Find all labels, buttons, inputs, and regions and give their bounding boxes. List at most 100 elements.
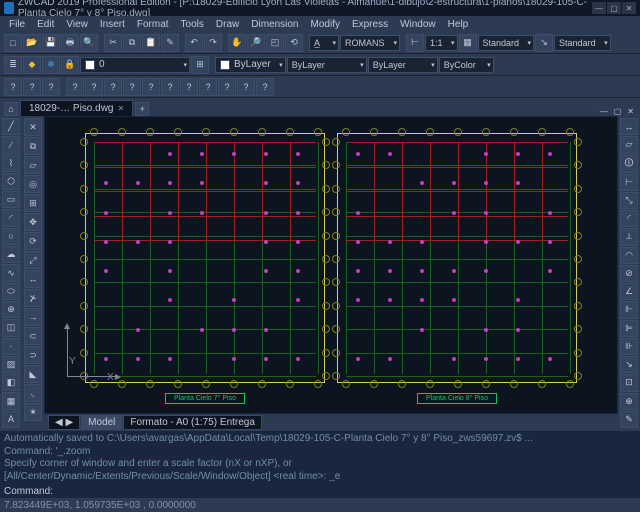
model-tab[interactable]: Model xyxy=(81,415,122,430)
dimstyle-combo[interactable]: Standard xyxy=(478,35,535,51)
zoomwin-icon[interactable]: ◰ xyxy=(266,34,284,52)
ellipse-icon[interactable]: ⬭ xyxy=(2,283,20,300)
copy2-icon[interactable]: ⧉ xyxy=(24,137,42,155)
rect-icon[interactable]: ▭ xyxy=(2,191,20,208)
h12-icon[interactable]: ? xyxy=(218,78,236,96)
menu-file[interactable]: File xyxy=(4,19,30,30)
menu-modify[interactable]: Modify xyxy=(306,19,345,30)
linetype-combo[interactable]: ByLayer xyxy=(287,57,367,73)
close-tab-icon[interactable]: ✕ xyxy=(118,104,125,113)
table-icon[interactable]: ▦ xyxy=(459,34,477,52)
h11-icon[interactable]: ? xyxy=(199,78,217,96)
mleader-icon[interactable]: ↘ xyxy=(535,34,553,52)
block-icon[interactable]: ◫ xyxy=(2,319,20,336)
h10-icon[interactable]: ? xyxy=(180,78,198,96)
join-icon[interactable]: ⊃ xyxy=(24,346,42,364)
dimlin-icon[interactable]: ⊢ xyxy=(620,174,638,191)
fillet-icon[interactable]: ◟ xyxy=(24,384,42,402)
break-icon[interactable]: ⊂ xyxy=(24,327,42,345)
prop-icon[interactable]: 🛈 xyxy=(620,155,638,173)
explode-icon[interactable]: ✶ xyxy=(24,403,42,421)
area-icon[interactable]: ▱ xyxy=(620,136,638,153)
leader-icon[interactable]: ↘ xyxy=(620,356,638,373)
dimord-icon[interactable]: ⟂ xyxy=(620,228,638,245)
menu-draw[interactable]: Draw xyxy=(211,19,244,30)
save-icon[interactable]: 💾 xyxy=(42,34,60,52)
stretch-icon[interactable]: ↔ xyxy=(24,270,42,288)
layer-icon[interactable]: ≣ xyxy=(4,56,22,74)
maximize-button[interactable]: ▢ xyxy=(607,2,621,14)
arc-icon[interactable]: ◜ xyxy=(2,209,20,226)
dimdia-icon[interactable]: ⊘ xyxy=(620,265,638,282)
close-button[interactable]: ✕ xyxy=(622,2,636,14)
home-tab-icon[interactable]: ⌂ xyxy=(4,102,18,116)
mirror-icon[interactable]: ▱ xyxy=(24,156,42,174)
layout-tab-1[interactable]: Formato - A0 (1:75) Entrega xyxy=(123,415,262,430)
open-icon[interactable]: 📂 xyxy=(23,34,41,52)
layerfrz-icon[interactable]: ❄ xyxy=(42,56,60,74)
qdim-icon[interactable]: ⊩ xyxy=(620,301,638,318)
layer-combo[interactable]: 0 xyxy=(80,57,190,73)
circle-icon[interactable]: ○ xyxy=(2,228,20,245)
h5-icon[interactable]: ? xyxy=(85,78,103,96)
dimbase-icon[interactable]: ⊫ xyxy=(620,320,638,337)
trim-icon[interactable]: ⊁ xyxy=(24,289,42,307)
mdi-min-icon[interactable]: — xyxy=(598,107,610,116)
pan-icon[interactable]: ✋ xyxy=(228,34,246,52)
new-icon[interactable]: □ xyxy=(4,34,22,52)
plot-icon[interactable]: 🖶 xyxy=(61,34,79,52)
mtext-icon[interactable]: A xyxy=(2,411,20,428)
array-icon[interactable]: ⊞ xyxy=(24,194,42,212)
h14-icon[interactable]: ? xyxy=(256,78,274,96)
tol-icon[interactable]: ⊡ xyxy=(620,374,638,391)
mleaderstyle-combo[interactable]: Standard xyxy=(554,35,611,51)
xline-icon[interactable]: ∕ xyxy=(2,136,20,153)
undo-icon[interactable]: ↶ xyxy=(185,34,203,52)
command-input[interactable] xyxy=(53,487,636,497)
doc-tab[interactable]: 18029-… Piso.dwg ✕ xyxy=(20,100,133,116)
plotstyle-combo[interactable]: ByColor xyxy=(439,57,494,73)
move-icon[interactable]: ✥ xyxy=(24,213,42,231)
matchprop-icon[interactable]: ✎ xyxy=(161,34,179,52)
chamfer-icon[interactable]: ◣ xyxy=(24,365,42,383)
menu-express[interactable]: Express xyxy=(347,19,393,30)
h1-icon[interactable]: ? xyxy=(4,78,22,96)
extend-icon[interactable]: → xyxy=(24,308,42,326)
layout-nav[interactable]: ◀ ▶ xyxy=(48,415,80,430)
scale-combo[interactable]: 1:1 xyxy=(425,35,458,51)
point-icon[interactable]: · xyxy=(2,338,20,355)
spline-icon[interactable]: ∿ xyxy=(2,264,20,281)
layeriso-icon[interactable]: ◆ xyxy=(23,56,41,74)
font-combo[interactable]: ROMANS xyxy=(340,35,400,51)
menu-edit[interactable]: Edit xyxy=(32,19,59,30)
erase-icon[interactable]: ✕ xyxy=(24,118,42,136)
h9-icon[interactable]: ? xyxy=(161,78,179,96)
h13-icon[interactable]: ? xyxy=(237,78,255,96)
table2-icon[interactable]: ▦ xyxy=(2,392,20,409)
hatch-icon[interactable]: ▨ xyxy=(2,356,20,373)
layerstate-icon[interactable]: ⊞ xyxy=(191,56,209,74)
minimize-button[interactable]: — xyxy=(592,2,606,14)
h4-icon[interactable]: ? xyxy=(66,78,84,96)
h2-icon[interactable]: ? xyxy=(23,78,41,96)
insert-icon[interactable]: ⊕ xyxy=(2,301,20,318)
mdi-close-icon[interactable]: ✕ xyxy=(625,107,636,116)
h6-icon[interactable]: ? xyxy=(104,78,122,96)
dimed-icon[interactable]: ✎ xyxy=(620,411,638,428)
menu-window[interactable]: Window xyxy=(395,19,441,30)
dimang-icon[interactable]: ∠ xyxy=(620,283,638,300)
redo-icon[interactable]: ↷ xyxy=(204,34,222,52)
dimrad-icon[interactable]: ◠ xyxy=(620,247,638,264)
offset-icon[interactable]: ◎ xyxy=(24,175,42,193)
dim-icon[interactable]: ⊢ xyxy=(406,34,424,52)
menu-insert[interactable]: Insert xyxy=(95,19,130,30)
pline-icon[interactable]: ⌇ xyxy=(2,155,20,172)
cut-icon[interactable]: ✂ xyxy=(104,34,122,52)
textstyle-combo[interactable]: A̲ xyxy=(309,35,339,51)
zoomprev-icon[interactable]: ⟲ xyxy=(285,34,303,52)
h3-icon[interactable]: ? xyxy=(42,78,60,96)
mdi-max-icon[interactable]: ▢ xyxy=(612,107,624,116)
drawing-canvas[interactable]: Planta Cielo 7° Piso Planta Cielo 8° Pis… xyxy=(44,116,618,414)
polygon-icon[interactable]: ⬡ xyxy=(2,173,20,190)
menu-tools[interactable]: Tools xyxy=(176,19,209,30)
